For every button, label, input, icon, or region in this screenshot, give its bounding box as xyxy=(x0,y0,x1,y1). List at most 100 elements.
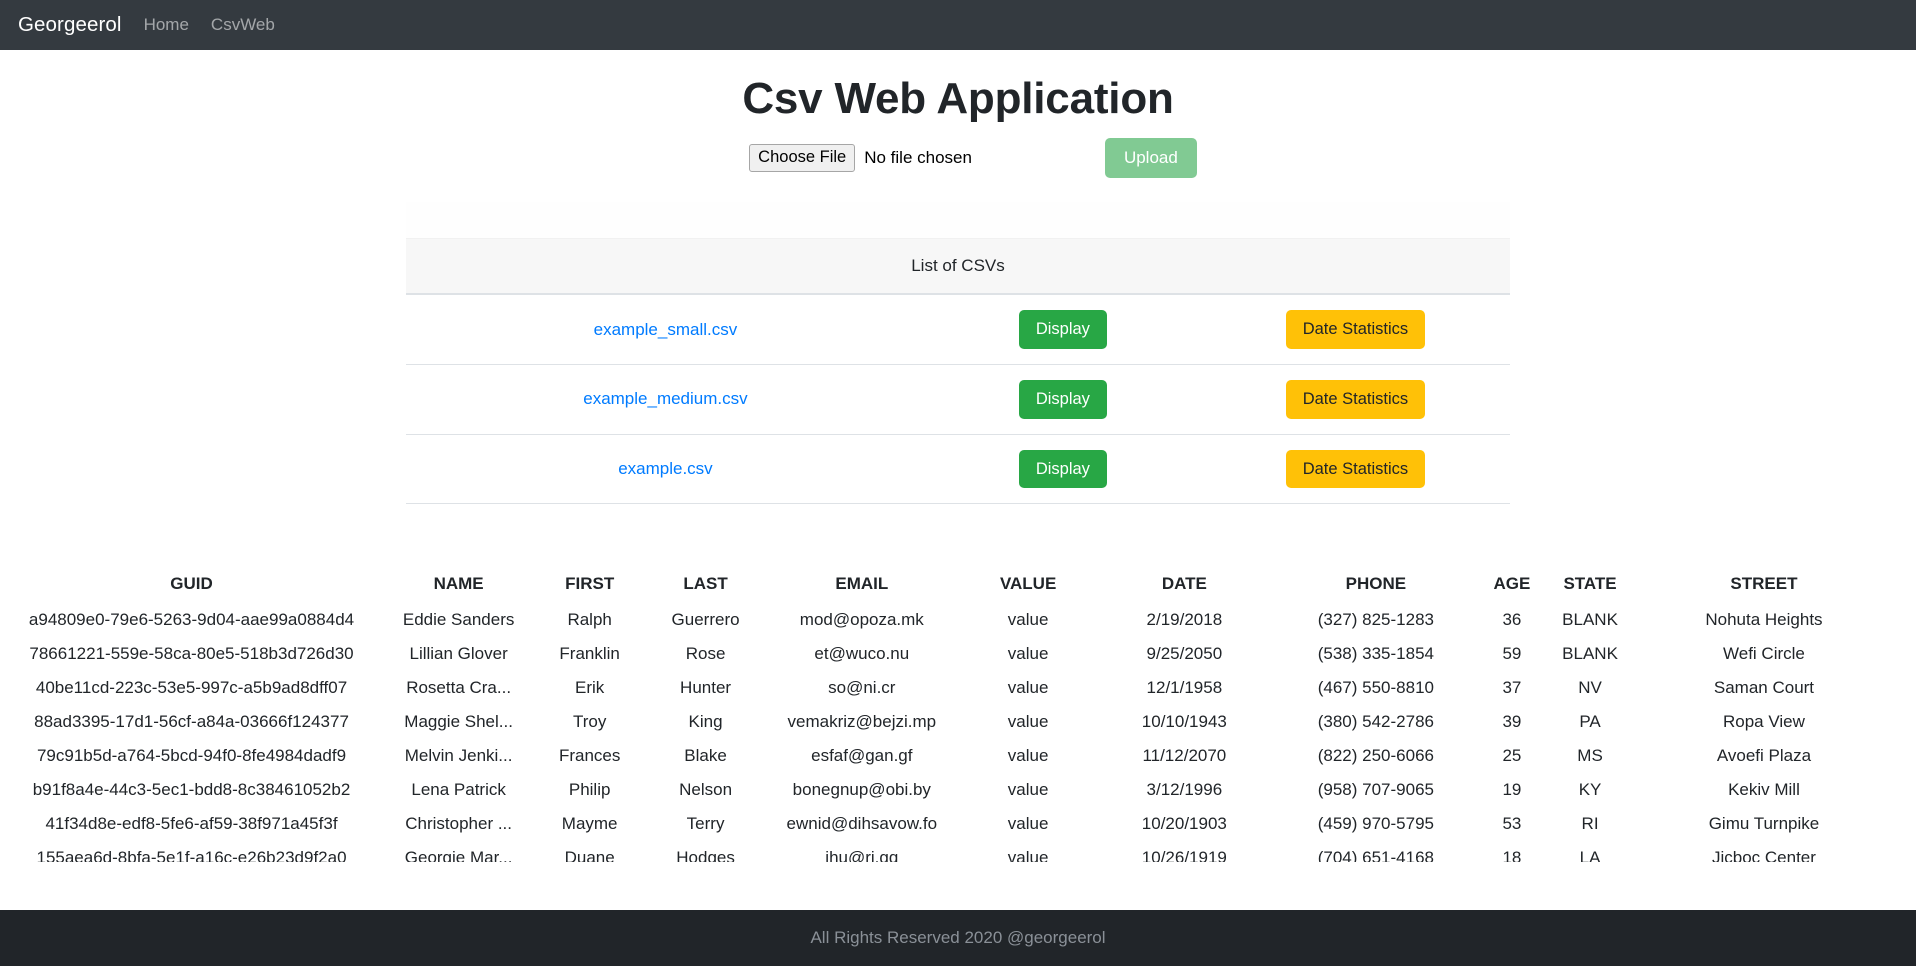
column-header-date: DATE xyxy=(1161,574,1207,594)
csv-data-header-row: GUID NAME FIRST LAST EMAIL VALUE DATE PHONE AGE S… xyxy=(0,570,1890,603)
cell-name: Maggie Shel... xyxy=(404,712,513,732)
csv-stats-cell: Date Statistics xyxy=(1200,364,1510,435)
cell-date: 12/1/1958 xyxy=(1146,678,1223,698)
chosen-file-label: No file chosen xyxy=(864,148,972,168)
cell-guid: 79c91b5d-a764-5bcd-94f0-8fe4984dadf9 xyxy=(36,746,347,766)
csv-file-link[interactable]: example_small.csv xyxy=(594,320,738,339)
cell-value: value xyxy=(1007,678,1049,698)
table-row: 40be11cd-223c-53e5-997c-a5b9ad8dff07 Rose… xyxy=(0,671,1890,705)
cell-first: Mayme xyxy=(561,814,618,834)
table-row: example_medium.csv Display Date Statisti… xyxy=(406,364,1510,435)
cell-state: RI xyxy=(1581,814,1599,834)
csv-stats-cell: Date Statistics xyxy=(1200,294,1510,366)
cell-phone: (958) 707-9065 xyxy=(1317,780,1434,800)
csv-list-header-row: List of CSVs xyxy=(406,238,1510,296)
csv-file-link[interactable]: example.csv xyxy=(618,459,712,478)
cell-street: Wefi Circle xyxy=(1723,644,1805,664)
cell-age: 19 xyxy=(1502,780,1522,800)
column-header-street: STREET xyxy=(1730,574,1798,594)
cell-name: Melvin Jenki... xyxy=(404,746,513,766)
column-header-guid: GUID xyxy=(170,574,213,594)
cell-phone: (538) 335-1854 xyxy=(1317,644,1434,664)
upload-button[interactable]: Upload xyxy=(1104,138,1197,179)
csv-list-spacer xyxy=(406,202,1510,239)
file-input-group[interactable]: Choose File No file chosen xyxy=(749,144,972,172)
cell-value: value xyxy=(1007,848,1049,863)
column-header-state: STATE xyxy=(1563,574,1617,594)
column-header-phone: PHONE xyxy=(1345,574,1407,594)
cell-state: BLANK xyxy=(1562,610,1618,630)
cell-value: value xyxy=(1007,712,1049,732)
table-row: example_small.csv Display Date Statistic… xyxy=(406,294,1510,366)
cell-value: value xyxy=(1007,814,1049,834)
page-title: Csv Web Application xyxy=(742,74,1174,123)
date-statistics-button[interactable]: Date Statistics xyxy=(1285,449,1426,489)
csv-list-section: List of CSVs example_small.csv Display D… xyxy=(406,202,1510,505)
nav-link-csvweb[interactable]: CsvWeb xyxy=(211,15,275,35)
cell-phone: (380) 542-2786 xyxy=(1317,712,1434,732)
cell-guid: 88ad3395-17d1-56cf-a84a-03666f124377 xyxy=(34,712,349,732)
cell-guid: 78661221-559e-58ca-80e5-518b3d726d30 xyxy=(29,644,354,664)
cell-phone: (467) 550-8810 xyxy=(1317,678,1434,698)
cell-name: Lena Patrick xyxy=(411,780,506,800)
csv-name-cell: example_small.csv xyxy=(406,294,925,366)
csv-data-table: GUID NAME FIRST LAST EMAIL VALUE DATE PHONE AGE S… xyxy=(0,570,1890,862)
column-header-value: VALUE xyxy=(999,574,1057,594)
date-statistics-button[interactable]: Date Statistics xyxy=(1285,380,1426,419)
cell-last: Hunter xyxy=(680,678,732,698)
cell-email: esfaf@gan.gf xyxy=(811,746,913,766)
cell-street: Saman Court xyxy=(1713,678,1815,698)
cell-age: 59 xyxy=(1502,644,1522,664)
cell-date: 9/25/2050 xyxy=(1146,644,1223,664)
csv-name-cell: example_medium.csv xyxy=(406,364,925,435)
navbar-brand[interactable]: Georgeerol xyxy=(18,13,122,37)
cell-email: ewnid@dihsavow.fo xyxy=(786,814,938,834)
cell-state: LA xyxy=(1579,848,1601,863)
cell-date: 3/12/1996 xyxy=(1146,780,1223,800)
table-row: b91f8a4e-44c3-5ec1-bdd8-8c38461052b2 Lena… xyxy=(0,773,1890,807)
data-table-scroll-container[interactable]: GUID NAME FIRST LAST EMAIL VALUE DATE PHONE AGE S… xyxy=(0,570,1916,862)
cell-last: Hodges xyxy=(676,848,735,863)
date-statistics-button[interactable]: Date Statistics xyxy=(1285,310,1426,350)
cell-state: PA xyxy=(1579,712,1601,732)
nav-link-home[interactable]: Home xyxy=(144,15,189,35)
page-footer: All Rights Reserved 2020 @georgeerol xyxy=(0,910,1916,966)
csv-display-cell: Display xyxy=(924,364,1201,435)
display-button[interactable]: Display xyxy=(1018,310,1107,350)
cell-value: value xyxy=(1007,746,1049,766)
cell-street: Ropa View xyxy=(1723,712,1805,732)
display-button[interactable]: Display xyxy=(1018,449,1107,489)
cell-first: Ralph xyxy=(567,610,612,630)
cell-age: 37 xyxy=(1502,678,1522,698)
choose-file-button[interactable]: Choose File xyxy=(749,144,856,172)
cell-first: Erik xyxy=(575,678,605,698)
table-row: a94809e0-79e6-5263-9d04-aae99a0884d4 Eddi… xyxy=(0,603,1890,637)
csv-list-table: List of CSVs example_small.csv Display D… xyxy=(406,238,1510,505)
csv-file-link[interactable]: example_medium.csv xyxy=(583,389,747,408)
cell-last: Rose xyxy=(685,644,726,664)
cell-state: MS xyxy=(1577,746,1603,766)
cell-email: et@wuco.nu xyxy=(814,644,910,664)
table-row: 88ad3395-17d1-56cf-a84a-03666f124377 Magg… xyxy=(0,705,1890,739)
display-button[interactable]: Display xyxy=(1018,380,1107,419)
column-header-last: LAST xyxy=(683,574,728,594)
cell-name: Christopher ... xyxy=(405,814,512,834)
cell-first: Franklin xyxy=(559,644,620,664)
column-header-age: AGE xyxy=(1493,574,1531,594)
cell-name: Georgie Mar... xyxy=(404,848,513,863)
cell-guid: a94809e0-79e6-5263-9d04-aae99a0884d4 xyxy=(28,610,355,630)
cell-age: 36 xyxy=(1502,610,1522,630)
cell-guid: b91f8a4e-44c3-5ec1-bdd8-8c38461052b2 xyxy=(32,780,351,800)
cell-guid: 40be11cd-223c-53e5-997c-a5b9ad8dff07 xyxy=(35,678,348,698)
csv-display-cell: Display xyxy=(924,294,1201,366)
cell-street: Gimu Turnpike xyxy=(1708,814,1820,834)
cell-last: Nelson xyxy=(679,780,733,800)
cell-age: 25 xyxy=(1502,746,1522,766)
upload-form: Choose File No file chosen Upload xyxy=(0,138,1916,179)
csv-display-cell: Display xyxy=(924,434,1201,505)
cell-age: 18 xyxy=(1502,848,1522,863)
cell-first: Duane xyxy=(564,848,615,863)
cell-first: Philip xyxy=(568,780,611,800)
csv-stats-cell: Date Statistics xyxy=(1200,434,1510,505)
cell-phone: (822) 250-6066 xyxy=(1317,746,1434,766)
